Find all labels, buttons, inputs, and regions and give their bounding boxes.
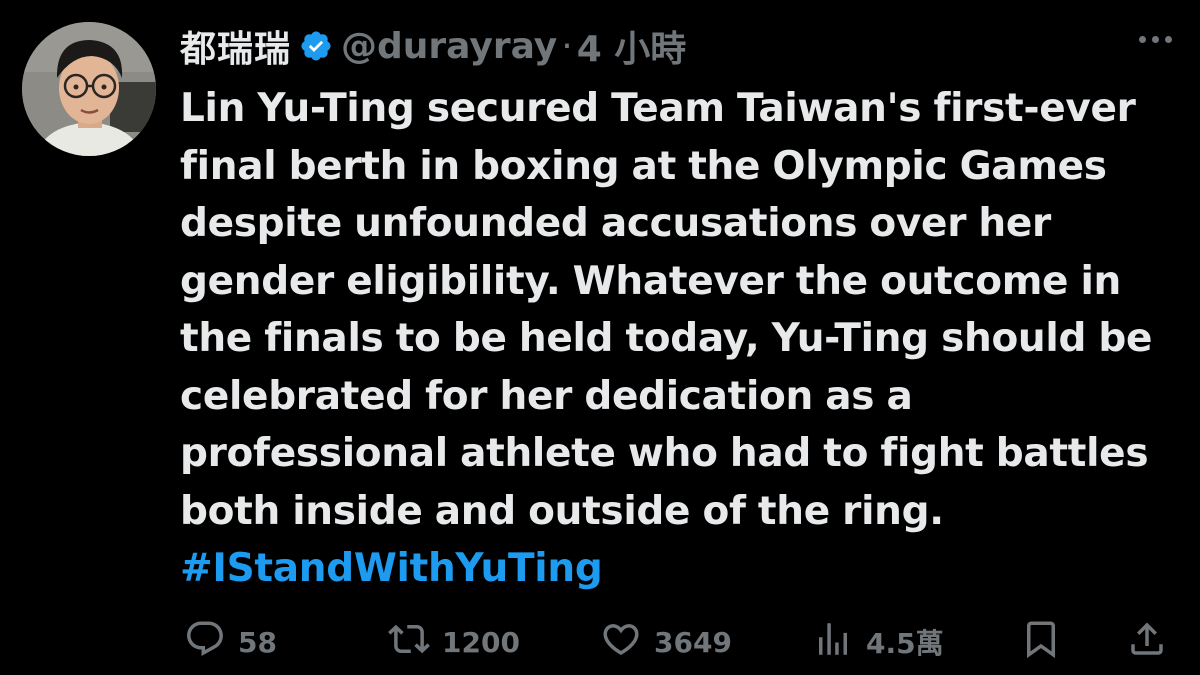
reply-count: 58 xyxy=(238,625,277,659)
like-button[interactable]: 3649 xyxy=(600,614,732,670)
views-count: 4.5萬 xyxy=(866,627,944,660)
tweet-text-line: the finals to be held today, Yu-Ting sho… xyxy=(180,316,1153,361)
avatar[interactable] xyxy=(22,22,156,156)
tweet-text-line: professional athlete who had to fight ba… xyxy=(180,431,1149,476)
handle[interactable]: @durayray xyxy=(341,26,557,67)
bookmark-icon xyxy=(1020,618,1062,667)
retweet-count: 1200 xyxy=(442,625,520,659)
tweet: 都瑞瑞 @durayray · 4 小時 Lin Yu-Ting secured… xyxy=(0,0,1200,675)
timestamp[interactable]: 4 小時 xyxy=(577,20,687,72)
action-bar: 58 1200 3649 4.5萬 xyxy=(180,614,1170,670)
more-icon[interactable] xyxy=(1139,36,1172,43)
retweet-button[interactable]: 1200 xyxy=(388,614,520,670)
hashtag-link[interactable]: #IStandWithYuTing xyxy=(180,540,1185,598)
reply-icon xyxy=(184,618,226,667)
tweet-text-line: both inside and outside of the ring. xyxy=(180,488,944,534)
views-button[interactable]: 4.5萬 xyxy=(812,614,944,670)
like-count: 3649 xyxy=(654,625,732,659)
tweet-text-line: Lin Yu-Ting secured Team Taiwan's first-… xyxy=(180,86,1136,131)
tweet-text-line: gender eligibility. Whatever the outcome… xyxy=(180,258,1122,304)
retweet-icon xyxy=(388,618,430,667)
tweet-text-line: final berth in boxing at the Olympic Gam… xyxy=(180,143,1107,189)
display-name[interactable]: 都瑞瑞 xyxy=(180,20,291,72)
like-icon xyxy=(600,618,642,667)
tweet-text: Lin Yu-Ting secured Team Taiwan's first-… xyxy=(180,80,1185,598)
tweet-header: 都瑞瑞 @durayray · 4 小時 xyxy=(180,18,686,74)
reply-button[interactable]: 58 xyxy=(184,614,277,670)
separator: · xyxy=(561,25,573,67)
avatar-photo xyxy=(22,22,156,156)
views-icon xyxy=(812,618,854,667)
share-button[interactable] xyxy=(1126,614,1168,670)
bookmark-button[interactable] xyxy=(1020,614,1062,670)
share-icon xyxy=(1126,618,1168,667)
tweet-text-line: celebrated for her dedication as a xyxy=(180,373,913,419)
verified-badge-icon xyxy=(299,29,333,63)
tweet-text-line: despite unfounded accusations over her xyxy=(180,201,1051,246)
